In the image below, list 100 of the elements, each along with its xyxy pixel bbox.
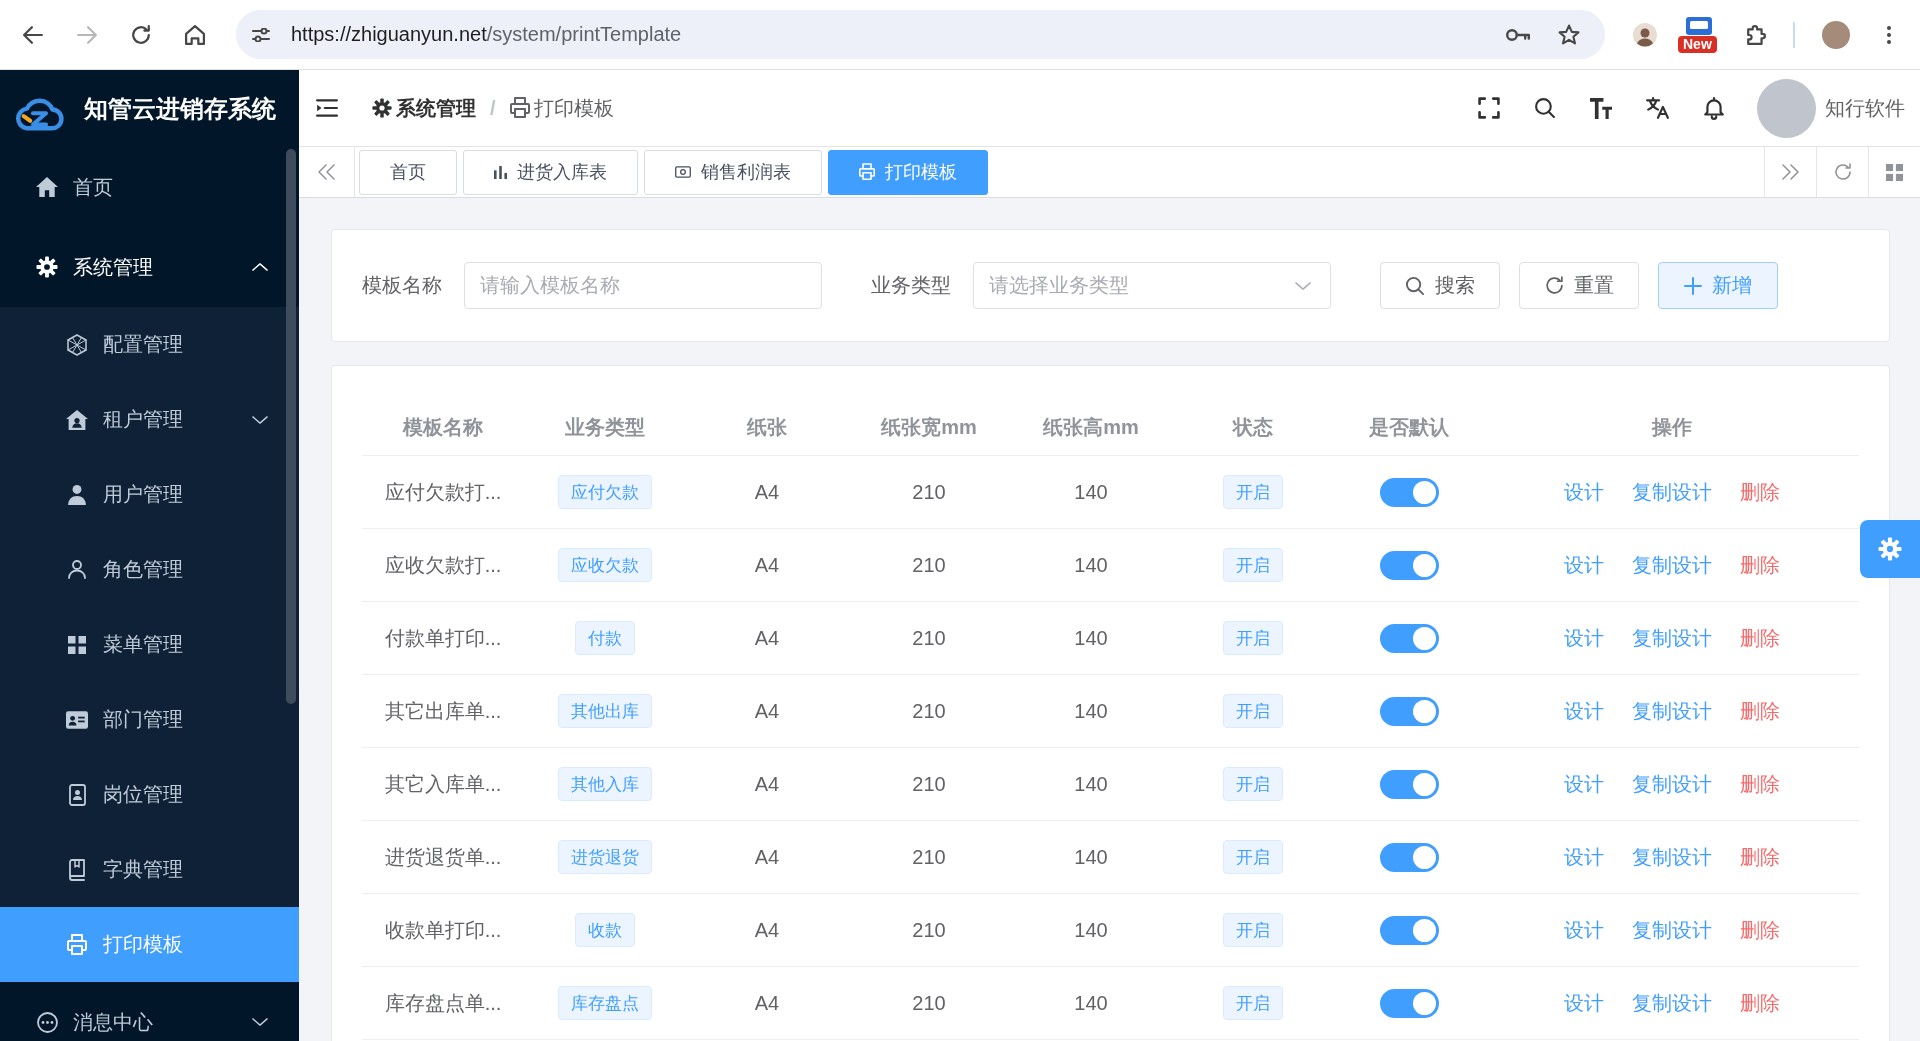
- table-cell: A4: [754, 772, 780, 796]
- reset-button[interactable]: 重置: [1519, 262, 1639, 309]
- avatar-icon[interactable]: [1822, 20, 1850, 49]
- table-cell: A4: [754, 699, 780, 723]
- design-link[interactable]: 设计: [1563, 478, 1604, 506]
- menu-item[interactable]: 角色管理: [0, 532, 299, 607]
- table-cell: A4: [754, 845, 780, 869]
- site-settings-icon[interactable]: [252, 27, 270, 42]
- column-header: 纸张: [747, 414, 787, 440]
- home-icon[interactable]: [185, 24, 205, 45]
- delete-link[interactable]: 删除: [1739, 551, 1780, 579]
- text-size-icon[interactable]: [1590, 97, 1612, 119]
- bell-icon[interactable]: [1704, 96, 1724, 120]
- copy-design-link[interactable]: 复制设计: [1631, 770, 1712, 798]
- menu-item[interactable]: 用户管理: [0, 457, 299, 532]
- table-cell-text: 应付欠款打...: [384, 479, 502, 505]
- toggle-switch[interactable]: [1379, 696, 1439, 726]
- copy-design-link[interactable]: 复制设计: [1631, 697, 1712, 725]
- menu-item[interactable]: 打印模板: [0, 907, 299, 982]
- menu-item[interactable]: 租户管理: [0, 382, 299, 457]
- table-cell: A4: [754, 918, 780, 942]
- delete-link[interactable]: 删除: [1739, 770, 1780, 798]
- refresh-icon: [1544, 276, 1564, 295]
- toggle-switch[interactable]: [1379, 550, 1439, 580]
- copy-design-link[interactable]: 复制设计: [1631, 843, 1712, 871]
- double-chevron-left-icon: [318, 164, 335, 180]
- profile-avatar-icon[interactable]: [1633, 22, 1657, 47]
- delete-link[interactable]: 删除: [1739, 916, 1780, 944]
- extension-icon[interactable]: [1686, 16, 1712, 35]
- table-cell-text: 其它出库单...: [384, 698, 502, 724]
- translate-icon[interactable]: [1646, 97, 1670, 119]
- design-link[interactable]: 设计: [1563, 624, 1604, 652]
- toggle-switch[interactable]: [1379, 842, 1439, 872]
- hexagon-icon: [67, 333, 87, 356]
- copy-design-link[interactable]: 复制设计: [1631, 478, 1712, 506]
- user-name[interactable]: 知行软件: [1825, 94, 1905, 122]
- banknote-icon: [675, 166, 691, 178]
- design-link[interactable]: 设计: [1563, 697, 1604, 725]
- field-label: 模板名称: [362, 273, 442, 298]
- copy-design-link[interactable]: 复制设计: [1631, 624, 1712, 652]
- scrollbar-thumb[interactable]: [286, 149, 296, 704]
- menu-item[interactable]: 字典管理: [0, 832, 299, 907]
- menu-item[interactable]: 岗位管理: [0, 757, 299, 832]
- table-cell: 140: [1074, 626, 1108, 650]
- delete-link[interactable]: 删除: [1739, 624, 1780, 652]
- breadcrumb-current: 打印模板: [533, 95, 614, 121]
- menu-item[interactable]: 菜单管理: [0, 607, 299, 682]
- type-tag: 进货退货: [558, 840, 652, 874]
- delete-link[interactable]: 删除: [1739, 697, 1780, 725]
- toggle-switch[interactable]: [1379, 988, 1439, 1018]
- table-cell: 210: [912, 626, 946, 650]
- address-bar[interactable]: https://zhiguanyun.net/system/printTemplate: [236, 10, 1605, 59]
- table-cell: 140: [1074, 845, 1108, 869]
- toggle-switch[interactable]: [1379, 769, 1439, 799]
- design-link[interactable]: 设计: [1563, 551, 1604, 579]
- breadcrumb-link[interactable]: 系统管理: [396, 94, 476, 122]
- type-tag: 收款: [575, 913, 635, 947]
- table-cell: 140: [1074, 918, 1108, 942]
- table-cell: 210: [912, 772, 946, 796]
- tab[interactable]: 打印模板: [828, 149, 988, 195]
- toggle-switch[interactable]: [1379, 623, 1439, 653]
- design-link[interactable]: 设计: [1563, 916, 1604, 944]
- menu-item[interactable]: 配置管理: [0, 307, 299, 382]
- select-field[interactable]: 请选择业务类型: [973, 262, 1331, 309]
- toggle-switch[interactable]: [1379, 477, 1439, 507]
- key-icon[interactable]: [1506, 28, 1530, 41]
- reload-icon[interactable]: [131, 24, 151, 45]
- back-icon[interactable]: [23, 25, 43, 44]
- input-field[interactable]: 请输入模板名称: [464, 262, 822, 309]
- field-label: 业务类型: [871, 273, 951, 298]
- search-icon[interactable]: [1534, 97, 1556, 119]
- delete-link[interactable]: 删除: [1739, 989, 1780, 1017]
- design-link[interactable]: 设计: [1563, 770, 1604, 798]
- copy-design-link[interactable]: 复制设计: [1631, 551, 1712, 579]
- status-tag: 开启: [1223, 621, 1283, 655]
- search-button[interactable]: 搜索: [1380, 262, 1500, 309]
- copy-design-link[interactable]: 复制设计: [1631, 916, 1712, 944]
- tab[interactable]: 销售利润表: [644, 149, 822, 195]
- double-chevron-right-icon: [1782, 164, 1799, 180]
- design-link[interactable]: 设计: [1563, 989, 1604, 1017]
- menu-item[interactable]: 部门管理: [0, 682, 299, 757]
- settings-button[interactable]: [1860, 520, 1920, 578]
- copy-design-link[interactable]: 复制设计: [1631, 989, 1712, 1017]
- add-button[interactable]: 新增: [1658, 262, 1778, 309]
- table-cell: A4: [754, 626, 780, 650]
- design-link[interactable]: 设计: [1563, 843, 1604, 871]
- puzzle-icon[interactable]: [1746, 24, 1766, 45]
- table-cell: 210: [912, 991, 946, 1015]
- delete-link[interactable]: 删除: [1739, 478, 1780, 506]
- delete-link[interactable]: 删除: [1739, 843, 1780, 871]
- menu-icon[interactable]: [316, 99, 338, 117]
- tab[interactable]: 进货入库表: [463, 149, 638, 195]
- more-menu-icon[interactable]: [1887, 25, 1891, 44]
- column-header: 模板名称: [403, 414, 483, 440]
- fullscreen-icon[interactable]: [1478, 97, 1500, 119]
- table-cell: 140: [1074, 553, 1108, 577]
- toggle-switch[interactable]: [1379, 915, 1439, 945]
- table-cell-text: 收款单打印...: [384, 917, 502, 943]
- star-icon[interactable]: [1558, 23, 1580, 46]
- tab[interactable]: 首页: [359, 149, 457, 195]
